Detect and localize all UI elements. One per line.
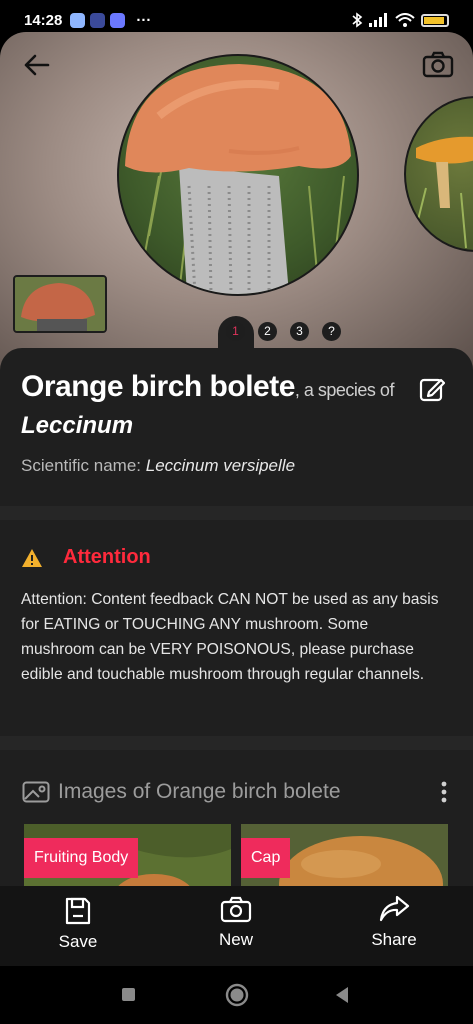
common-name: Orange birch bolete: [21, 370, 295, 403]
fruiting-body-tag: Fruiting Body: [24, 838, 139, 878]
share-icon: [379, 895, 410, 922]
attention-header: Attention: [21, 546, 441, 569]
main-mushroom-photo[interactable]: [117, 54, 359, 296]
scientific-name-label: Scientific name:: [21, 456, 146, 475]
new-label: New: [218, 930, 253, 949]
attention-text: Attention: Content feedback CAN NOT be u…: [21, 591, 439, 683]
mushroom-image: [125, 64, 351, 294]
image-gallery-icon: [22, 781, 50, 803]
more-notifications-icon: ···: [136, 11, 152, 29]
battery-icon: [421, 13, 449, 27]
more-options-icon[interactable]: [441, 781, 447, 803]
signal-icon: [369, 13, 387, 27]
scientific-name: Leccinum versipelle: [145, 456, 296, 475]
genus-name: Leccinum: [21, 412, 134, 439]
cap-tag: Cap: [241, 838, 291, 878]
back-arrow-icon[interactable]: [20, 50, 54, 80]
share-button[interactable]: Share: [344, 894, 444, 950]
photo-carousel[interactable]: 1 2 3 ?: [0, 32, 473, 372]
pager-dot-1[interactable]: 1: [226, 322, 245, 341]
app-notification-icon: [90, 12, 106, 28]
recent-apps-icon[interactable]: [121, 987, 137, 1003]
system-navigation-bar: [0, 966, 473, 1024]
images-section-header: Images of Orange birch bolete: [22, 780, 447, 804]
warning-icon: [22, 548, 42, 567]
share-label: Share: [371, 930, 417, 949]
save-label: Save: [58, 932, 98, 951]
image-card-fruiting-body[interactable]: Fruiting Body: [24, 824, 231, 888]
scientific-name-row: Scientific name: Leccinum versipelle: [21, 456, 451, 476]
thumbnail-photo[interactable]: [13, 275, 107, 333]
status-time: 14:28: [24, 11, 63, 29]
section-divider: [0, 506, 473, 520]
app-notification-icon: [110, 12, 126, 28]
attention-section: Attention Attention: Content feedback CA…: [21, 546, 441, 687]
images-section-title: Images of Orange birch bolete: [58, 780, 341, 803]
bluetooth-icon: [352, 12, 363, 28]
attention-title: Attention: [63, 546, 151, 568]
home-icon[interactable]: [225, 983, 249, 1007]
bottom-action-bar: Save New Share: [0, 886, 473, 966]
back-triangle-icon[interactable]: [334, 986, 350, 1004]
info-sheet: Orange birch bolete, a species of Leccin…: [0, 348, 473, 888]
pager-dot-3[interactable]: 3: [290, 322, 309, 341]
section-divider: [0, 736, 473, 750]
species-of-label: , a species of: [294, 380, 395, 400]
mushroom-thumbnail-image: [15, 277, 105, 331]
app-notification-icon: [70, 12, 86, 28]
edit-icon[interactable]: [419, 376, 445, 402]
save-button[interactable]: Save: [28, 896, 128, 952]
image-card-cap[interactable]: Cap: [241, 824, 448, 888]
species-title-block: Orange birch bolete, a species of Leccin…: [21, 370, 451, 476]
wifi-icon: [395, 13, 415, 27]
camera-icon: [220, 896, 252, 923]
next-mushroom-photo[interactable]: [404, 96, 473, 252]
pager-dot-unknown[interactable]: ?: [322, 322, 341, 341]
save-icon: [65, 897, 91, 925]
species-title: Orange birch bolete, a species of: [21, 370, 451, 404]
new-button[interactable]: New: [186, 894, 286, 950]
mushroom-image: [410, 136, 473, 249]
camera-icon[interactable]: [421, 48, 455, 80]
pager-dot-2[interactable]: 2: [258, 322, 277, 341]
